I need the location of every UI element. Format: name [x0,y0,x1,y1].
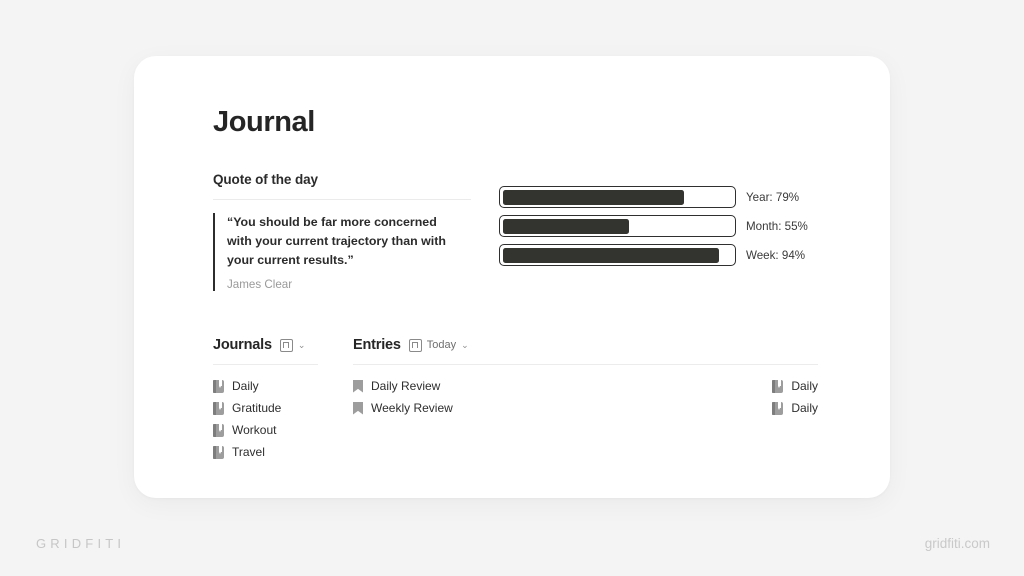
quote-divider [213,199,471,200]
entries-view-selector[interactable]: Today ⌄ [408,338,469,352]
page-view-icon [408,338,422,352]
journal-item-label: Travel [232,445,265,459]
page-title: Journal [213,106,315,138]
bookmark-icon [353,401,363,415]
brand-wordmark: GRIDFITI [36,536,126,551]
entry-item-label: Weekly Review [371,401,453,415]
entries-view-label: Today [426,339,457,351]
table-row[interactable]: Weekly Review Daily [353,397,818,419]
quote-section-label: Quote of the day [213,172,318,187]
journals-title: Journals [213,337,272,353]
progress-row-year: Year: 79% [499,186,808,208]
chevron-down-icon: ⌄ [461,339,469,350]
book-icon [213,401,224,415]
journals-column: Journals ⌄ Daily Gratitude Workout Trave… [213,336,318,463]
journal-card: Journal Quote of the day “You should be … [134,56,890,498]
progress-track-month [499,215,736,237]
quote-author: James Clear [227,277,293,291]
progress-track-week [499,244,736,266]
journals-divider [213,364,318,365]
entry-item-label: Daily Review [371,379,441,393]
entries-divider [353,364,818,365]
book-icon [772,401,784,415]
journal-item-label: Daily [232,379,259,393]
list-item[interactable]: Daily [213,375,318,397]
list-item[interactable]: Travel [213,441,318,463]
entry-name-cell: Daily Review [353,375,440,397]
list-item[interactable]: Gratitude [213,397,318,419]
entry-relation-cell: Daily [772,379,818,393]
entries-header: Entries Today ⌄ [353,336,818,354]
progress-row-month: Month: 55% [499,215,808,237]
quote-of-the-day-section: Quote of the day “You should be far more… [213,172,471,291]
quote-block: “You should be far more concerned with y… [213,213,471,291]
book-icon [213,445,224,459]
progress-label-week: Week: 94% [746,248,806,262]
brand-website: gridfiti.com [924,536,990,551]
quote-text: “You should be far more concerned with y… [227,215,446,268]
book-icon [213,423,224,437]
entry-relation-label: Daily [791,401,818,415]
entry-relation-cell: Daily [772,401,818,415]
progress-fill-year [502,189,685,205]
entry-name-cell: Weekly Review [353,397,453,419]
journals-list: Daily Gratitude Workout Travel [213,375,318,463]
entry-relation-label: Daily [791,379,818,393]
progress-label-month: Month: 55% [746,219,808,233]
progress-fill-month [502,218,629,234]
progress-label-year: Year: 79% [746,190,800,204]
entries-column: Entries Today ⌄ Daily Review Daily Weekl… [353,336,818,419]
page-view-icon [279,338,293,352]
progress-bars: Year: 79% Month: 55% Week: 94% [499,186,808,273]
journal-item-label: Workout [232,423,277,437]
list-item[interactable]: Workout [213,419,318,441]
progress-fill-week [502,247,719,263]
book-icon [772,379,784,393]
chevron-down-icon: ⌄ [297,339,306,350]
bookmark-icon [353,379,363,393]
progress-track-year [499,186,736,208]
journals-header: Journals ⌄ [213,336,318,354]
book-icon [213,379,224,393]
journals-view-selector[interactable]: ⌄ [279,338,306,352]
entries-list: Daily Review Daily Weekly Review Daily [353,375,818,419]
entries-title: Entries [353,337,401,353]
progress-row-week: Week: 94% [499,244,808,266]
table-row[interactable]: Daily Review Daily [353,375,818,397]
journal-item-label: Gratitude [232,401,282,415]
